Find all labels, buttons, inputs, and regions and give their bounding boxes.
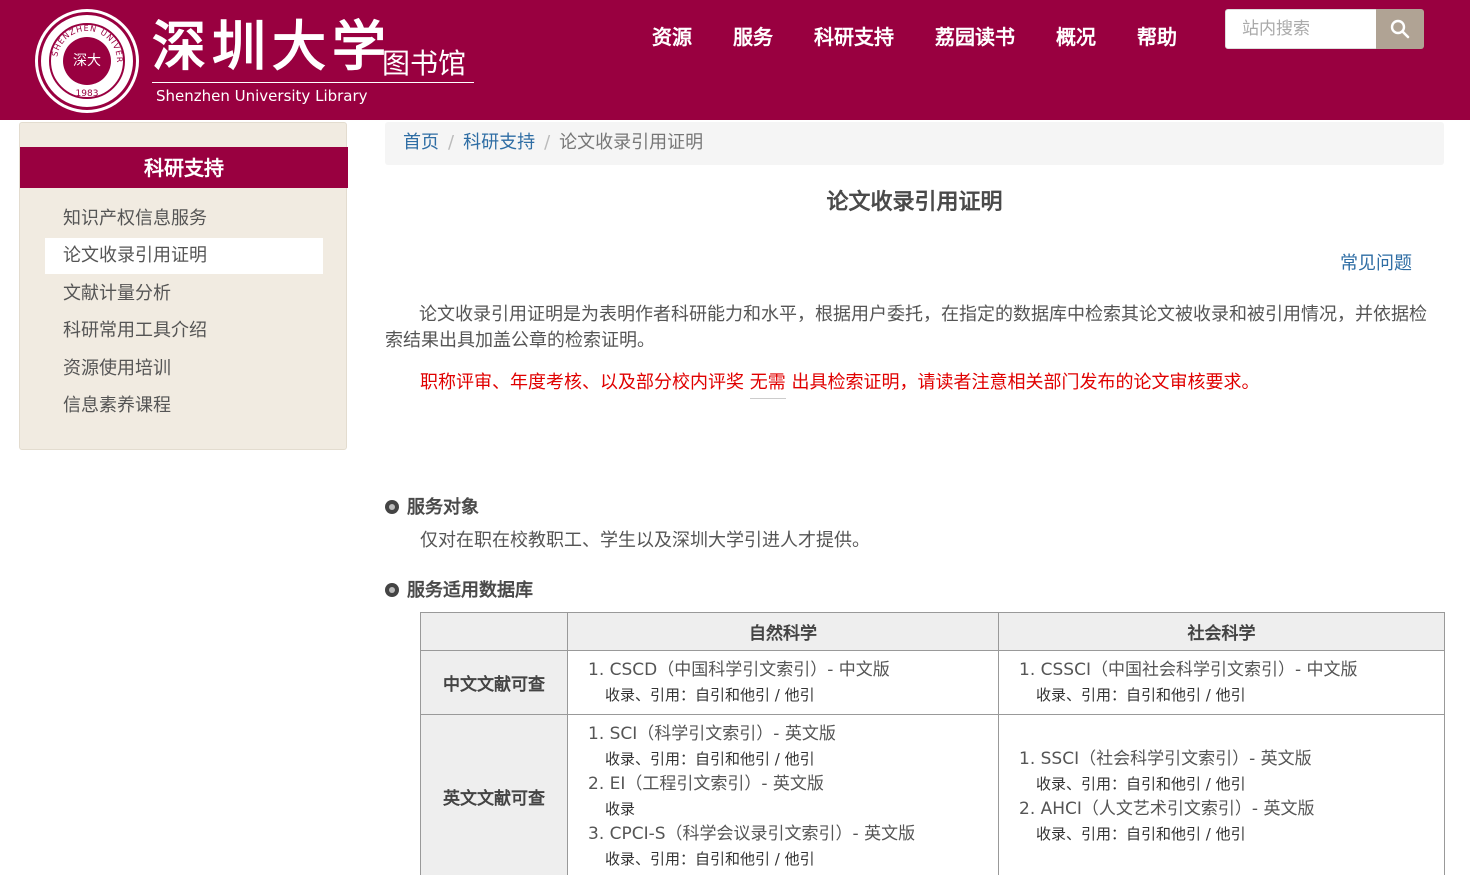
- db-entry-detail: 收录: [605, 799, 636, 818]
- university-seal-logo[interactable]: SHENZHEN UNIVERSITY 深大 1983: [38, 12, 136, 110]
- page-title: 论文收录引用证明: [826, 190, 1003, 215]
- sidebar-item-citation-certificate[interactable]: 论文收录引用证明: [45, 238, 323, 274]
- nav-help[interactable]: 帮助: [1137, 22, 1177, 52]
- notice-post: 出具检索证明，请读者注意相关部门发布的论文审核要求。: [785, 372, 1260, 393]
- table-header-natural-science: 自然科学: [567, 612, 999, 651]
- breadcrumb-home[interactable]: 首页: [403, 132, 439, 153]
- section-text-service-target: 仅对在职在校教职工、学生以及深圳大学引进人才提供。: [420, 530, 870, 551]
- row-label-english: 英文文献可查: [420, 714, 568, 875]
- section-title: 服务适用数据库: [407, 580, 533, 601]
- table-header-social-science: 社会科学: [998, 612, 1445, 651]
- notice-emphasis: 无需: [749, 370, 786, 399]
- table-row: 中文文献可查 1. CSCD（中国科学引文索引）- 中文版 收录、引用：自引和他…: [420, 650, 1445, 715]
- section-heading-databases: 服务适用数据库: [385, 578, 533, 604]
- table-cell-social: 1. CSSCI（中国社会科学引文索引）- 中文版 收录、引用：自引和他引 / …: [998, 650, 1445, 715]
- bullet-icon: [385, 500, 399, 514]
- nav-services[interactable]: 服务: [733, 22, 773, 52]
- db-entry: 2. AHCI（人文艺术引文索引）- 英文版: [1019, 798, 1315, 819]
- intro-paragraph: 论文收录引用证明是为表明作者科研能力和水平，根据用户委托，在指定的数据库中检索其…: [385, 304, 1427, 351]
- db-entry: 1. CSCD（中国科学引文索引）- 中文版: [588, 659, 890, 680]
- db-entry: 3. CPCI-S（科学会议录引文索引）- 英文版: [588, 823, 916, 844]
- seal-text: 深大: [63, 37, 111, 85]
- bullet-icon: [385, 583, 399, 597]
- faq-link[interactable]: 常见问题: [1340, 250, 1412, 278]
- nav-resources[interactable]: 资源: [652, 22, 692, 52]
- db-entry-detail: 收录、引用：自引和他引 / 他引: [605, 849, 815, 868]
- sidebar-item-info-literacy[interactable]: 信息素养课程: [45, 388, 323, 424]
- db-entry: 1. SCI（科学引文索引）- 英文版: [588, 723, 836, 744]
- logo-name-sub[interactable]: 图书馆: [382, 46, 466, 82]
- sidebar-item-bibliometrics[interactable]: 文献计量分析: [45, 276, 323, 312]
- sidebar-title: 科研支持: [20, 147, 348, 188]
- table-cell-natural: 1. CSCD（中国科学引文索引）- 中文版 收录、引用：自引和他引 / 他引: [567, 650, 999, 715]
- nav-research-support[interactable]: 科研支持: [814, 22, 894, 52]
- table-cell-social: 1. SSCI（社会科学引文索引）- 英文版 收录、引用：自引和他引 / 他引 …: [998, 714, 1445, 875]
- sidebar-item-research-tools[interactable]: 科研常用工具介绍: [45, 313, 323, 349]
- db-entry-detail: 收录、引用：自引和他引 / 他引: [1036, 774, 1246, 793]
- seal-year: 1983: [75, 89, 99, 99]
- db-entry-detail: 收录、引用：自引和他引 / 他引: [1036, 685, 1246, 704]
- site-header: SHENZHEN UNIVERSITY 深大 1983 深圳大学 图书馆 She…: [0, 0, 1470, 120]
- notice-text: 职称评审、年度考核、以及部分校内评奖 无需 出具检索证明，请读者注意相关部门发布…: [420, 370, 1259, 399]
- logo-name-en[interactable]: Shenzhen University Library: [156, 86, 368, 106]
- table-row: 英文文献可查 1. SCI（科学引文索引）- 英文版 收录、引用：自引和他引 /…: [420, 714, 1445, 875]
- nav-overview[interactable]: 概况: [1056, 22, 1096, 52]
- notice-pre: 职称评审、年度考核、以及部分校内评奖: [420, 372, 750, 393]
- breadcrumb-separator: /: [448, 132, 455, 153]
- table-header-row: 自然科学 社会科学: [420, 612, 1445, 651]
- sidebar-item-resource-training[interactable]: 资源使用培训: [45, 351, 323, 387]
- breadcrumb-research-support[interactable]: 科研支持: [463, 132, 535, 153]
- section-heading-service-target: 服务对象: [385, 495, 479, 521]
- section-title: 服务对象: [407, 497, 479, 518]
- search-button[interactable]: [1376, 9, 1424, 49]
- db-entry: 1. SSCI（社会科学引文索引）- 英文版: [1019, 748, 1312, 769]
- sidebar-item-ip-info[interactable]: 知识产权信息服务: [45, 201, 323, 237]
- database-table: 自然科学 社会科学 中文文献可查 1. CSCD（中国科学引文索引）- 中文版 …: [420, 612, 1445, 875]
- row-label-chinese: 中文文献可查: [420, 650, 568, 715]
- breadcrumb: 首页 / 科研支持 / 论文收录引用证明: [385, 122, 1444, 165]
- db-entry: 2. EI（工程引文索引）- 英文版: [588, 773, 824, 794]
- breadcrumb-separator: /: [544, 132, 551, 153]
- search-icon: [1390, 19, 1410, 39]
- logo-divider: [152, 82, 474, 83]
- db-entry-detail: 收录、引用：自引和他引 / 他引: [605, 685, 815, 704]
- logo-name-cn[interactable]: 深圳大学: [152, 14, 392, 78]
- search-input[interactable]: 站内搜索: [1225, 9, 1377, 49]
- table-cell-natural: 1. SCI（科学引文索引）- 英文版 收录、引用：自引和他引 / 他引 2. …: [567, 714, 999, 875]
- table-header-empty: [420, 612, 568, 651]
- nav-liyuan-reading[interactable]: 荔园读书: [935, 22, 1015, 52]
- db-entry-detail: 收录、引用：自引和他引 / 他引: [1036, 824, 1246, 843]
- sidebar: 科研支持 知识产权信息服务 论文收录引用证明 文献计量分析 科研常用工具介绍 资…: [19, 122, 348, 450]
- breadcrumb-current: 论文收录引用证明: [559, 132, 704, 153]
- db-entry-detail: 收录、引用：自引和他引 / 他引: [605, 749, 815, 768]
- db-entry: 1. CSSCI（中国社会科学引文索引）- 中文版: [1019, 659, 1358, 680]
